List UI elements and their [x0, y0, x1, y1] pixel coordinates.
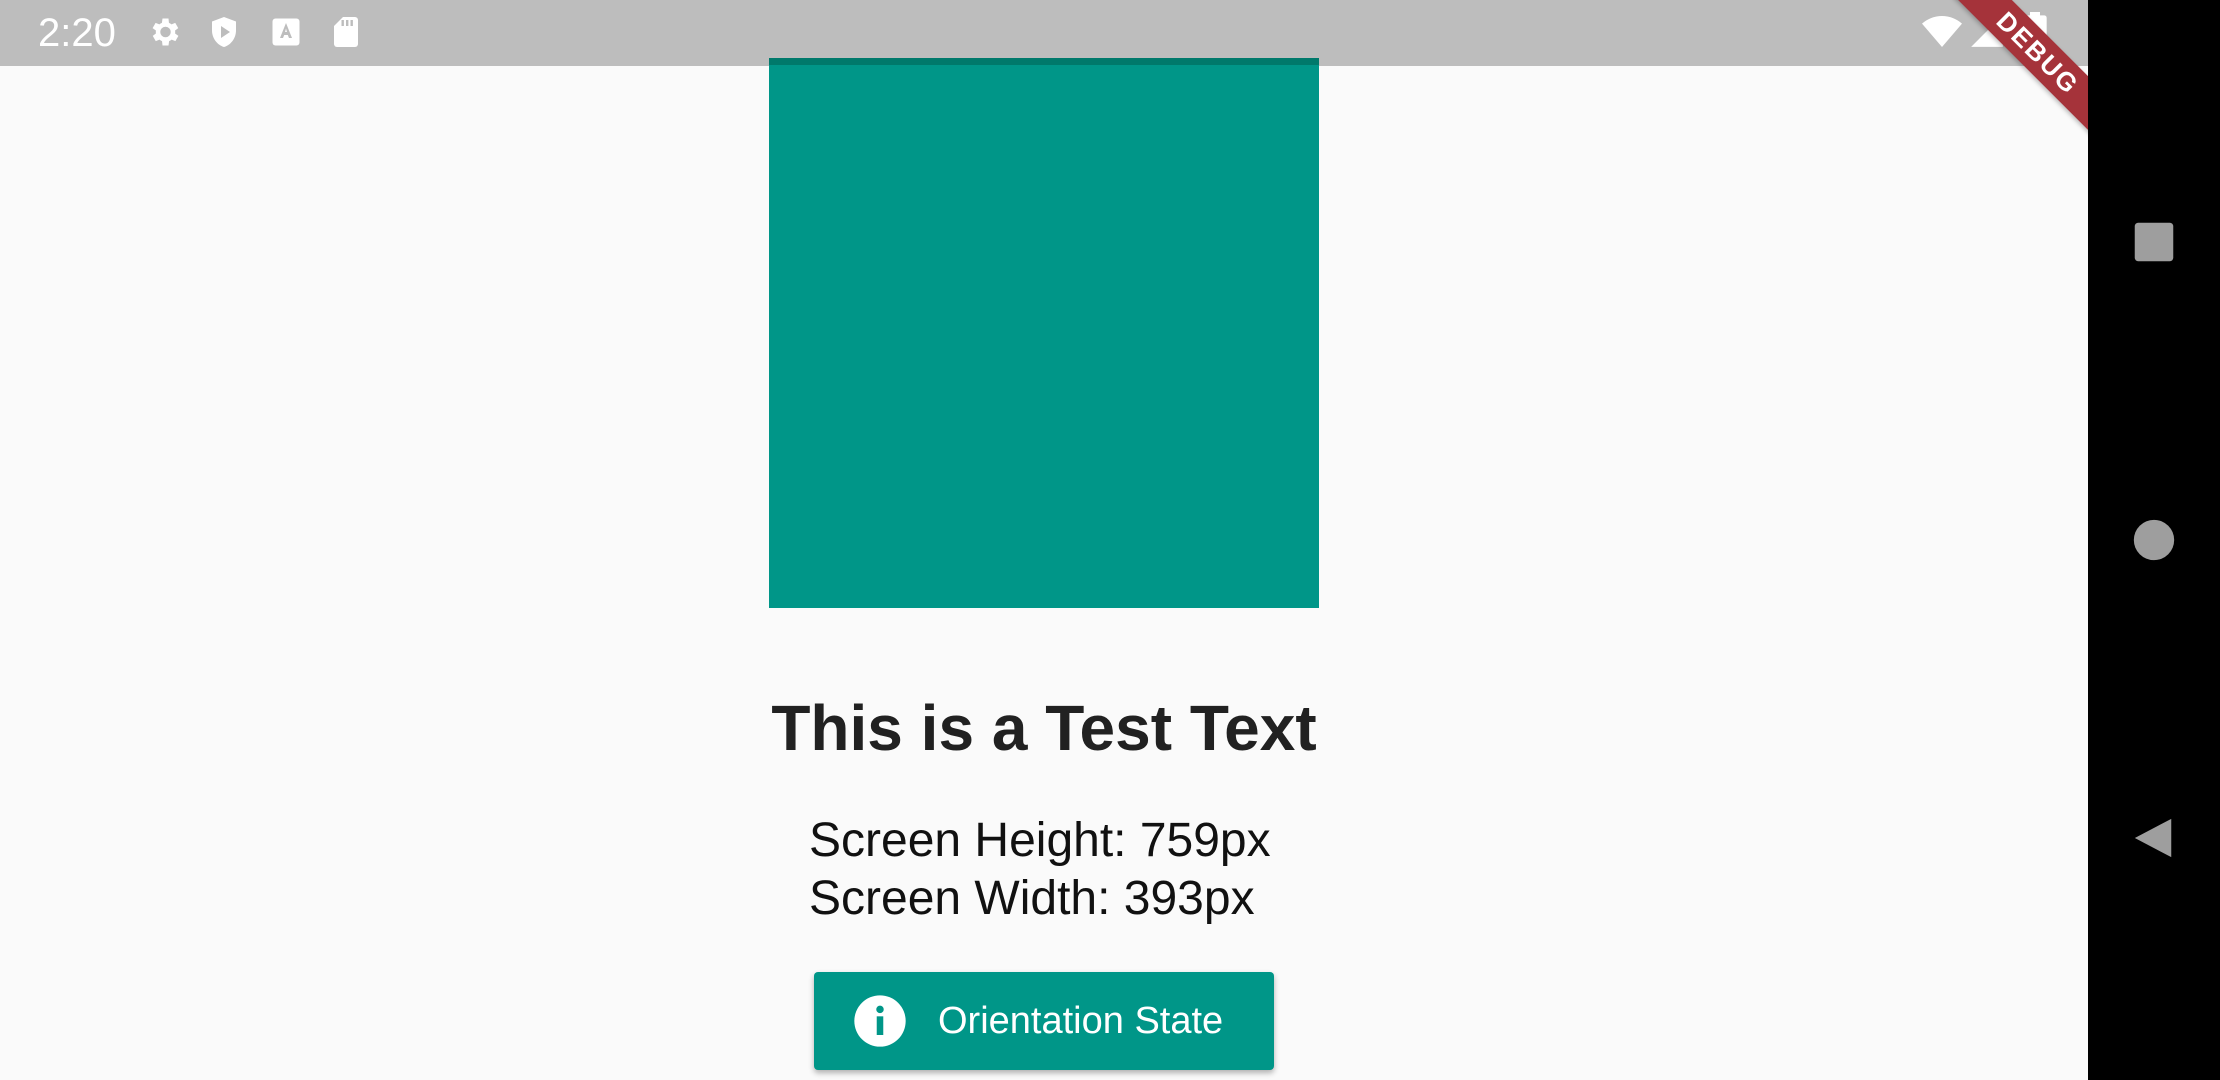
screen-width-text: Screen Width: 393px: [809, 872, 1255, 925]
orientation-state-label: Orientation State: [938, 999, 1224, 1042]
info-icon: [854, 995, 906, 1047]
gear-icon: [152, 18, 179, 46]
screen-info: Screen Height: 759px Screen Width: 393px: [809, 812, 1271, 928]
back-button[interactable]: [2088, 778, 2220, 898]
teal-square-box: [769, 58, 1319, 608]
keyboard-a-icon: [272, 18, 300, 46]
recents-button[interactable]: [2088, 182, 2220, 302]
page-title: This is a Test Text: [771, 692, 1317, 764]
screen-height-text: Screen Height: 759px: [809, 814, 1271, 867]
wifi-icon: [1922, 16, 1962, 47]
box-top-edge: [769, 58, 1319, 65]
play-protect-icon: [212, 17, 236, 47]
home-button[interactable]: [2088, 480, 2220, 600]
back-triangle-icon: [2134, 818, 2172, 858]
orientation-state-button[interactable]: Orientation State: [814, 972, 1274, 1070]
sd-card-icon: [334, 17, 358, 47]
status-time: 2:20: [38, 11, 116, 55]
home-circle-icon: [2133, 519, 2175, 561]
recents-square-icon: [2134, 222, 2174, 262]
navigation-bar: [2088, 0, 2220, 1080]
status-bar: 2:20: [0, 0, 2088, 66]
